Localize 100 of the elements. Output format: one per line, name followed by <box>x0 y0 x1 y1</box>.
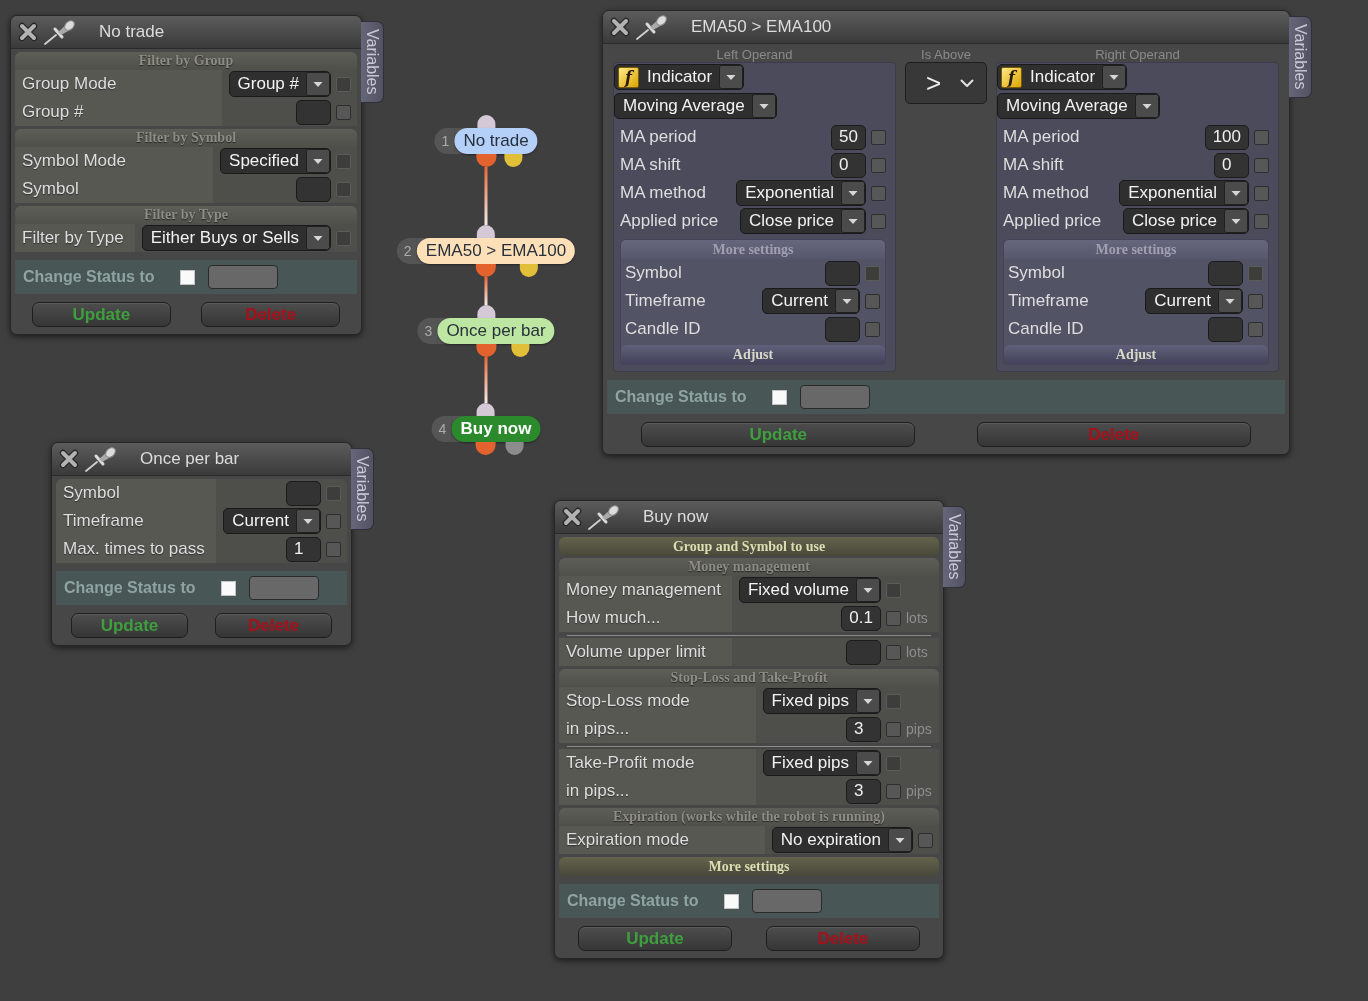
checkbox[interactable] <box>918 832 933 848</box>
dropdown[interactable]: Fixed pips <box>762 688 881 714</box>
dropdown[interactable]: Moving Average <box>997 93 1160 119</box>
port-icon[interactable] <box>477 225 495 238</box>
side-tab[interactable]: Variables <box>1289 16 1312 98</box>
dropdown[interactable]: f Indicator <box>614 64 745 90</box>
pin-icon[interactable] <box>587 504 621 530</box>
port-icon[interactable] <box>476 442 496 455</box>
close-icon[interactable] <box>562 507 582 527</box>
input-field[interactable]: 3 <box>846 716 881 742</box>
side-tab[interactable]: Variables <box>943 506 966 588</box>
field-label: Symbol Mode <box>22 151 126 171</box>
checkbox[interactable] <box>326 541 341 557</box>
checkbox[interactable] <box>871 213 886 229</box>
dropdown[interactable]: Current <box>223 508 321 534</box>
input-field[interactable] <box>799 385 870 409</box>
section-header[interactable]: Group and Symbol to use <box>559 537 939 556</box>
input-field[interactable] <box>825 316 860 342</box>
input-field[interactable] <box>296 176 331 202</box>
checkbox[interactable] <box>1248 321 1263 337</box>
field-label: MA period <box>1003 127 1080 147</box>
input-field[interactable] <box>846 639 881 665</box>
checkbox[interactable] <box>871 129 886 145</box>
dropdown[interactable]: Close price <box>739 208 866 234</box>
input-field[interactable] <box>248 576 319 600</box>
caret-icon <box>841 181 865 205</box>
checkbox[interactable] <box>865 293 880 309</box>
section-header[interactable]: More settings <box>559 857 939 876</box>
input-field[interactable] <box>296 99 331 125</box>
port-icon[interactable] <box>477 115 495 128</box>
dropdown[interactable]: f Indicator <box>997 64 1128 90</box>
input-field[interactable]: 3 <box>846 778 881 804</box>
checkbox[interactable] <box>1254 129 1269 145</box>
port-icon[interactable] <box>504 154 523 167</box>
input-field[interactable] <box>1208 260 1243 286</box>
input-field[interactable]: 100 <box>1204 124 1249 150</box>
checkbox[interactable] <box>871 157 886 173</box>
flow-node[interactable]: Once per bar <box>437 318 555 344</box>
input-field[interactable] <box>286 480 321 506</box>
dropdown[interactable]: Specified <box>220 148 331 174</box>
pin-icon[interactable] <box>43 19 77 45</box>
dropdown[interactable]: Either Buys or Sells <box>141 225 331 251</box>
pin-icon[interactable] <box>84 446 118 472</box>
port-icon[interactable] <box>476 154 496 167</box>
checkbox[interactable] <box>886 721 901 737</box>
side-tab[interactable]: Variables <box>361 21 384 103</box>
dropdown[interactable]: No expiration <box>771 827 913 853</box>
adjust-button[interactable]: Adjust <box>621 345 885 364</box>
side-tab[interactable]: Variables <box>351 448 374 530</box>
connector-line <box>484 167 488 225</box>
flow-node[interactable]: No trade <box>454 128 538 154</box>
status-label: Change Status to <box>23 268 155 286</box>
dropdown[interactable]: Exponential <box>736 180 866 206</box>
checkbox[interactable] <box>336 104 351 120</box>
checkbox[interactable] <box>886 644 901 660</box>
dropdown[interactable]: Exponential <box>1119 180 1249 206</box>
flow-node[interactable]: EMA50 > EMA100 <box>416 238 576 264</box>
dropdown[interactable]: Current <box>1145 288 1243 314</box>
input-field[interactable] <box>825 260 860 286</box>
port-icon[interactable] <box>476 264 496 277</box>
dropdown[interactable]: Close price <box>1122 208 1249 234</box>
checkbox[interactable] <box>865 321 880 337</box>
port-icon[interactable] <box>505 442 524 455</box>
dropdown[interactable]: Fixed pips <box>762 750 881 776</box>
port-icon[interactable] <box>511 344 530 357</box>
pin-icon[interactable] <box>635 14 669 40</box>
input-field[interactable]: 1 <box>286 536 321 562</box>
input-field[interactable]: 50 <box>831 124 866 150</box>
checkbox[interactable] <box>1254 185 1269 201</box>
checkbox[interactable] <box>1248 293 1263 309</box>
port-icon[interactable] <box>520 264 539 277</box>
checkbox[interactable] <box>886 610 901 626</box>
field-label: Timeframe <box>63 511 144 531</box>
step-number: 2 <box>396 238 417 264</box>
close-icon[interactable] <box>59 449 79 469</box>
checkbox[interactable] <box>1254 213 1269 229</box>
input-field[interactable]: 0 <box>831 152 866 178</box>
adjust-button[interactable]: Adjust <box>1004 345 1268 364</box>
input-field[interactable] <box>207 265 278 289</box>
flow-node[interactable]: Buy now <box>451 416 541 442</box>
input-field[interactable]: 0.1 <box>841 605 881 631</box>
dropdown[interactable]: Group # <box>228 71 331 97</box>
port-icon[interactable] <box>476 344 496 357</box>
input-field[interactable] <box>751 889 822 913</box>
checkbox[interactable] <box>326 513 341 529</box>
close-icon[interactable] <box>610 17 630 37</box>
dropdown[interactable]: Current <box>762 288 860 314</box>
close-icon[interactable] <box>18 22 38 42</box>
operator-dropdown[interactable]: > <box>905 62 987 104</box>
input-field[interactable]: 0 <box>1214 152 1249 178</box>
status-label: Change Status to <box>64 579 196 597</box>
dropdown[interactable]: Fixed volume <box>738 577 881 603</box>
port-icon[interactable] <box>477 305 495 318</box>
caret-icon <box>1224 209 1248 233</box>
port-icon[interactable] <box>477 403 495 416</box>
checkbox[interactable] <box>871 185 886 201</box>
input-field[interactable] <box>1208 316 1243 342</box>
checkbox[interactable] <box>1254 157 1269 173</box>
checkbox[interactable] <box>886 783 901 799</box>
dropdown[interactable]: Moving Average <box>614 93 777 119</box>
